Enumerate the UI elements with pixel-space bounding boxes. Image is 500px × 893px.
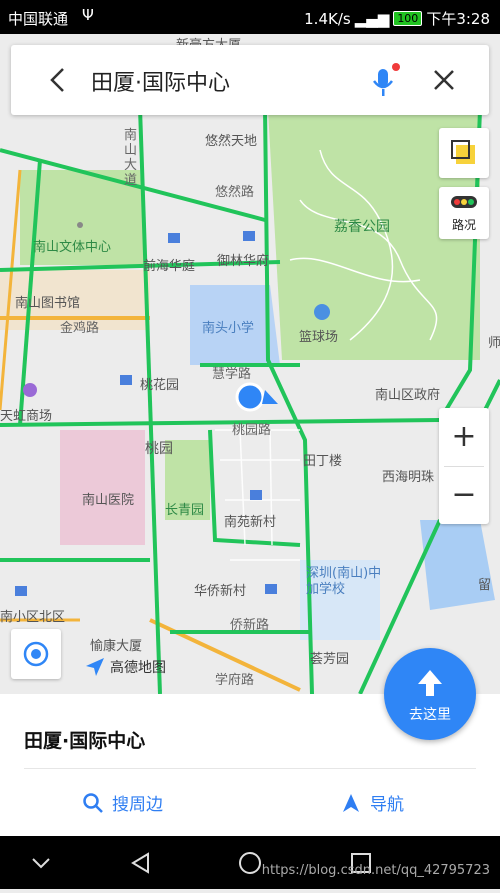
system-nav-bar: https://blog.csdn.net/qq_42795723 [0, 836, 500, 889]
status-bar: 中国联通 Ψ 1.4K/s ▂▄▆ 100 下午3:28 [0, 0, 500, 34]
map-label: 前海华庭 [143, 259, 196, 274]
map-label: 愉康大厦 [90, 639, 143, 654]
map-label: 天虹商场 [0, 409, 53, 424]
map-label: 师 [488, 336, 500, 351]
map-label: 南头小学 [202, 321, 255, 336]
map-label: 慧学路 [212, 367, 252, 382]
map-label: 桃园路 [232, 423, 272, 438]
traffic-label: 路况 [451, 218, 476, 232]
zoom-in-button[interactable]: + [439, 408, 489, 466]
map-label: 南小区北区 [0, 610, 66, 625]
map-label: 篮球场 [299, 330, 339, 345]
search-nearby-button[interactable]: 搜周边 [82, 790, 163, 815]
amap-logo-text: 高德地图 [110, 660, 166, 676]
map-label: 悠然天地 [205, 134, 258, 149]
zoom-control[interactable]: + − [439, 408, 489, 524]
arrow-up-icon [418, 670, 442, 696]
go-here-label: 去这里 [409, 707, 451, 723]
map-label: 长青园 [165, 503, 205, 518]
direction-arrow [262, 390, 278, 404]
map-label: 南苑新村 [224, 515, 277, 530]
map-label: 桃园 [145, 441, 173, 457]
current-location-dot [235, 382, 265, 412]
map-label: 南山文体中心 [33, 240, 112, 255]
map-label: 田丁楼 [303, 454, 343, 469]
layers-icon [451, 140, 475, 164]
navigation-arrow-icon [343, 793, 359, 812]
search-icon [83, 792, 103, 813]
close-icon[interactable] [429, 65, 459, 95]
map-label: 留 [478, 578, 492, 593]
search-nearby-label: 搜周边 [112, 795, 163, 815]
zoom-out-button[interactable]: − [439, 466, 489, 524]
map-label: 南山区政府 [375, 388, 441, 403]
network-speed: 1.4K/s [304, 9, 351, 28]
map-label: 西海明珠 [382, 470, 435, 485]
map-label: 华侨新村 [194, 584, 247, 599]
map-label: 荟芳园 [310, 652, 350, 667]
sheet-divider [24, 768, 476, 769]
map-label: 御林华府 [217, 254, 270, 269]
usb-icon: Ψ [82, 6, 94, 24]
map-label: 荔香公园 [334, 219, 390, 235]
battery-icon: 100 [393, 11, 423, 26]
traffic-button[interactable]: 路况 [439, 187, 489, 239]
navigate-label: 导航 [370, 795, 404, 815]
search-title[interactable]: 田厦·国际中心 [91, 65, 230, 97]
map-label: 学府路 [215, 673, 255, 688]
clock: 下午3:28 [426, 10, 490, 28]
map-label: 南山图书馆 [15, 296, 81, 311]
back-icon [131, 852, 149, 874]
signal-icon: ▂▄▆ [354, 9, 390, 28]
locate-button[interactable] [11, 629, 61, 679]
watermark-text: https://blog.csdn.net/qq_42795723 [261, 863, 490, 878]
map-view[interactable]: 新豪方大厦 悠然天地 悠然路 南山大道 荔香公园 南山文体中心 前海华庭 御林华… [0, 34, 500, 694]
map-label: 侨新路 [230, 618, 270, 633]
home-icon [239, 852, 261, 874]
amap-logo-icon [86, 658, 104, 676]
back-arrow-icon[interactable] [41, 63, 75, 97]
carrier-label: 中国联通 [8, 10, 69, 28]
map-label: 悠然路 [215, 185, 255, 200]
locate-icon [23, 641, 49, 667]
search-bar[interactable]: 田厦·国际中心 [11, 45, 489, 115]
map-label: 深圳(南山)中加学校 [306, 566, 382, 597]
water-area [420, 520, 495, 610]
amap-logo: 高德地图 [84, 656, 166, 678]
status-right: 1.4K/s ▂▄▆ 100 下午3:28 [304, 8, 490, 29]
traffic-light-icon [451, 196, 477, 208]
place-name: 田厦·国际中心 [24, 730, 146, 752]
hospital-area [60, 430, 145, 545]
map-label: 南山医院 [82, 493, 135, 508]
map-label: 南山大道 [124, 128, 138, 188]
map-label: 桃花园 [140, 378, 180, 393]
go-here-button[interactable]: 去这里 [384, 648, 476, 740]
navigate-button[interactable]: 导航 [340, 790, 404, 815]
map-label: 金鸡路 [60, 321, 100, 336]
layers-button[interactable] [439, 128, 489, 178]
microphone-icon[interactable] [366, 61, 402, 99]
hide-keyboard-icon [32, 858, 50, 869]
